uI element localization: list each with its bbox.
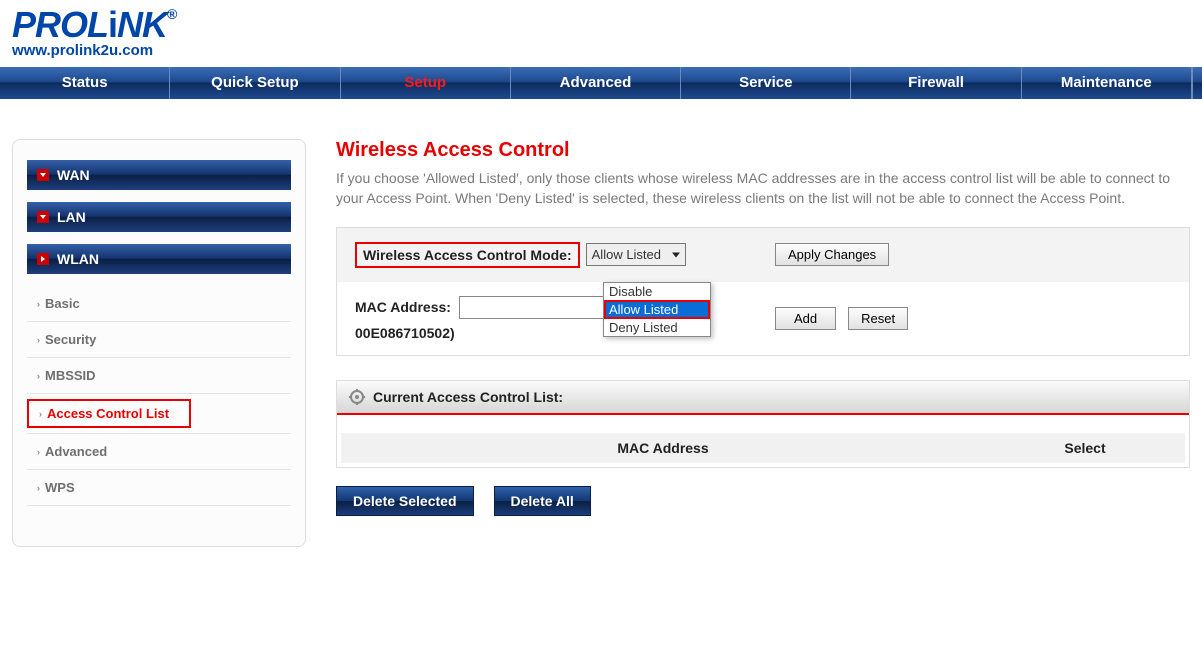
delete-all-button[interactable]: Delete All [494,486,591,516]
nav-firewall[interactable]: Firewall [851,67,1021,99]
delete-selected-button[interactable]: Delete Selected [336,486,474,516]
page-description: If you choose 'Allowed Listed', only tho… [336,168,1190,209]
mode-label: Wireless Access Control Mode: [355,242,580,268]
nav-status[interactable]: Status [0,67,170,99]
mode-row: Wireless Access Control Mode: Allow List… [337,228,1189,282]
acl-header: Current Access Control List: [337,381,1189,415]
page-title: Wireless Access Control [336,139,1190,162]
nav-advanced[interactable]: Advanced [511,67,681,99]
mac-label: MAC Address: [355,299,451,315]
mode-selected-value: Allow Listed [592,247,661,262]
mode-option-allow[interactable]: Allow Listed [604,300,710,319]
mac-row: MAC Address: 00E086710502) Add Reset [337,282,1189,355]
mode-select[interactable]: Allow Listed [586,243,686,266]
acl-col-select: Select [985,440,1185,456]
nav-quick-setup[interactable]: Quick Setup [170,67,340,99]
highlight-frame: ››Access Control List [27,399,191,428]
sidebar-sub-label: WPS [45,480,75,495]
mac-hint: 00E086710502) [355,325,639,341]
content: Wireless Access Control If you choose 'A… [336,139,1190,516]
action-bar: Delete Selected Delete All [336,486,1190,516]
reset-button[interactable]: Reset [848,307,908,330]
nav-cap [1192,67,1202,99]
chevron-right-icon [37,253,49,265]
gear-icon [349,389,365,405]
acl-col-mac: MAC Address [341,440,985,456]
sidebar-sub-wps[interactable]: ››WPS [27,470,291,506]
main-nav: Status Quick Setup Setup Advanced Servic… [0,67,1202,99]
brand-text: PROLiNK [12,4,167,45]
sidebar: WAN LAN WLAN ››Basic ››Security ››MBSSID… [12,139,306,547]
header: PROLiNK® www.prolink2u.com [0,0,1202,59]
sidebar-sub-label: MBSSID [45,368,96,383]
nav-service[interactable]: Service [681,67,851,99]
sidebar-lan[interactable]: LAN [27,202,291,232]
sidebar-lan-label: LAN [57,209,86,225]
acl-columns: MAC Address Select [341,433,1185,463]
sidebar-sub-basic[interactable]: ››Basic [27,286,291,322]
form-box: Wireless Access Control Mode: Allow List… [336,227,1190,356]
sidebar-wlan-label: WLAN [57,251,99,267]
acl-table: MAC Address Select [337,433,1189,463]
nav-setup[interactable]: Setup [341,67,511,99]
sidebar-sub-label: Advanced [45,444,107,459]
acl-title: Current Access Control List: [373,389,563,405]
sidebar-sub-label: Access Control List [47,406,169,421]
chevron-down-icon [37,169,49,181]
mode-option-disable[interactable]: Disable [604,283,710,300]
sidebar-sub-acl[interactable]: ››Access Control List [29,401,189,426]
sidebar-sub-advanced[interactable]: ››Advanced [27,434,291,470]
mode-option-deny[interactable]: Deny Listed [604,319,710,336]
sidebar-wan[interactable]: WAN [27,160,291,190]
nav-maintenance[interactable]: Maintenance [1022,67,1192,99]
acl-box: Current Access Control List: MAC Address… [336,380,1190,468]
apply-changes-button[interactable]: Apply Changes [775,243,889,266]
brand-logo: PROLiNK® [12,4,1190,46]
sidebar-wan-label: WAN [57,167,90,183]
mode-dropdown: Disable Allow Listed Deny Listed [603,282,711,337]
sidebar-sub-label: Security [45,332,96,347]
sidebar-wlan[interactable]: WLAN [27,244,291,274]
sidebar-sub-security[interactable]: ››Security [27,322,291,358]
chevron-down-icon [37,211,49,223]
registered-icon: ® [167,6,176,22]
apply-cell: Apply Changes [775,243,889,266]
add-button[interactable]: Add [775,307,836,330]
sidebar-sub-label: Basic [45,296,80,311]
sidebar-sub-mbssid[interactable]: ››MBSSID [27,358,291,394]
